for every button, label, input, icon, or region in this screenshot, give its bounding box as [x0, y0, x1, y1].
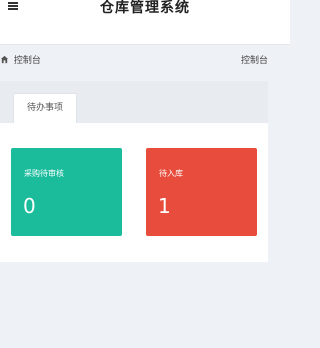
breadcrumb-current-label: 控制台	[240, 56, 268, 66]
breadcrumb: 控制台	[0, 55, 41, 67]
top-bar: 仓库管理系统	[0, 0, 290, 45]
card-purchase-pending[interactable]: 采购待审核 0	[11, 148, 122, 236]
breadcrumb-home-label[interactable]: 控制台	[14, 56, 41, 66]
card-count: 1	[158, 194, 171, 218]
breadcrumb-bar: 控制台 控制台	[0, 45, 290, 79]
card-label: 采购待审核	[24, 169, 64, 178]
home-icon	[0, 55, 9, 64]
tab-bar: 待办事项	[0, 81, 268, 123]
card-pending-inbound[interactable]: 待入库 1	[146, 148, 257, 236]
card-label: 待入库	[159, 169, 183, 178]
todo-panel: 待办事项 采购待审核 0 待入库 1	[0, 81, 268, 262]
card-count: 0	[23, 194, 36, 218]
tab-todo[interactable]: 待办事项	[13, 93, 77, 123]
app-title: 仓库管理系统	[100, 0, 190, 16]
